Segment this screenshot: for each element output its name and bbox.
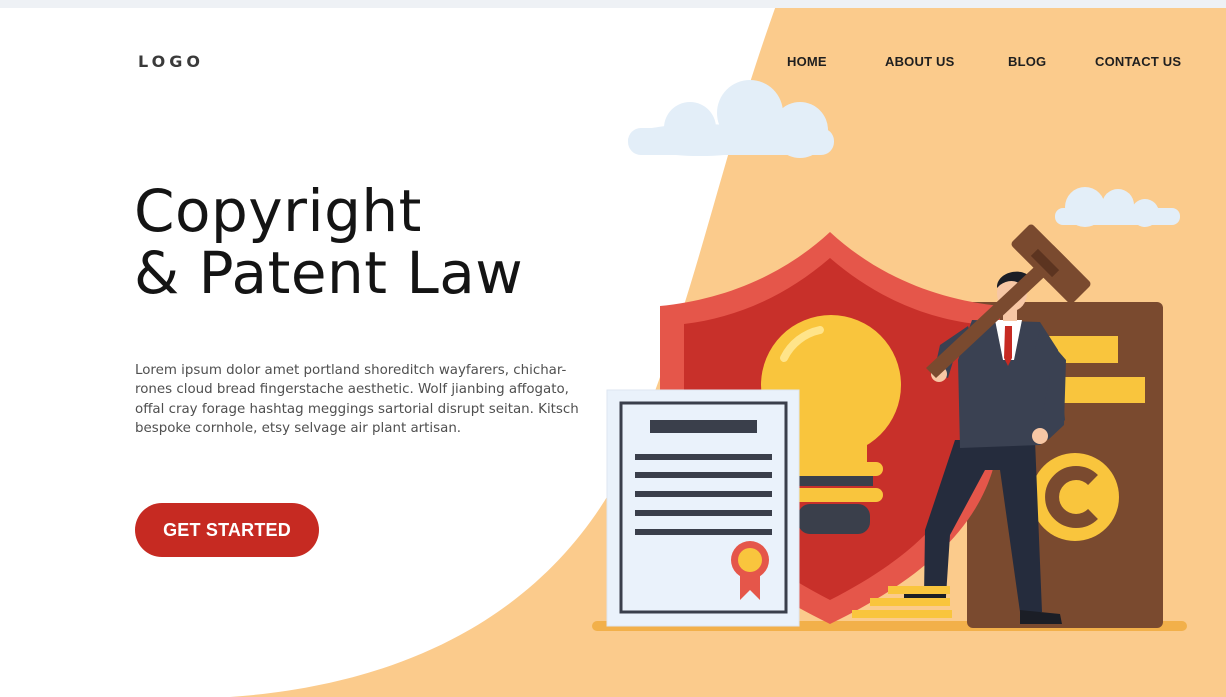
cloud-icon xyxy=(628,80,834,158)
hero-illustration xyxy=(592,80,1187,631)
cloud-icon xyxy=(1055,187,1180,227)
certificate-icon xyxy=(606,389,800,627)
landing-page: LOGO HOME ABOUT US BLOG CONTACT US Copyr… xyxy=(0,0,1226,697)
